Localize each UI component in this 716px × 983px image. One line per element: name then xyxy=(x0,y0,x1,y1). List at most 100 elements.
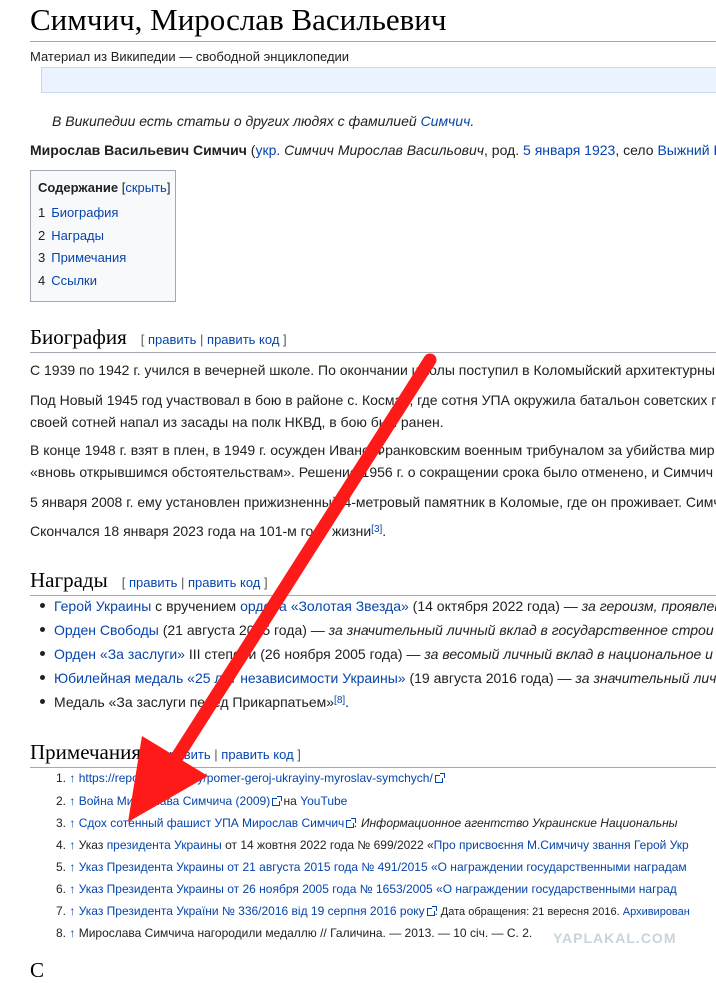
archive-link[interactable]: Архивирован xyxy=(623,906,690,918)
birth-place-link[interactable]: Выжний Б xyxy=(657,142,716,158)
ref-text: Мирослава Симчича нагородили медаллю // … xyxy=(78,926,533,940)
edit-links: [ править | править код ] xyxy=(155,747,301,762)
youtube-link[interactable]: YouTube xyxy=(300,794,347,808)
reference-item: 7. ↑ Указ Президента України № 336/2016 … xyxy=(56,904,690,918)
bio-text: Скончался 18 января 2023 года на 101-м г… xyxy=(30,523,372,539)
list-item: Медаль «За заслуги перед Прикарпатьем»[8… xyxy=(30,694,349,710)
ref-num: 3. xyxy=(56,816,67,830)
toc-item-awards[interactable]: 2 Награды xyxy=(38,228,104,243)
reference-item: 2. ↑ Война Мирослава Симчича (2009) на Y… xyxy=(56,794,347,808)
backlink-arrow[interactable]: ↑ xyxy=(69,816,75,830)
award-end: . xyxy=(345,694,350,710)
table-of-contents: Содержание [скрыть] 1 Биография 2 Награды … xyxy=(30,170,176,302)
award-text: (19 августа 2016 года) — xyxy=(405,670,576,686)
ref-link[interactable]: Война Мирослава Симчича (2009) xyxy=(79,794,271,808)
list-item: Орден Свободы (21 августа 2015 года) — з… xyxy=(30,622,714,638)
award-reason: за значительный личный вклад в государст… xyxy=(328,622,714,638)
lead-bold-name: Мирослав Васильевич Симчич xyxy=(30,142,247,158)
award-link[interactable]: Орден «За заслуги» xyxy=(54,646,185,662)
section-heading-awards: Награды [ править | править код ] xyxy=(30,568,268,593)
list-item: Юбилейная медаль «25 лет независимости У… xyxy=(30,670,716,686)
ref-text: . Информационное агентство Украинские На… xyxy=(354,816,678,830)
edit-link[interactable]: править xyxy=(148,332,196,347)
ref-link[interactable]: Про присвоєння М.Симчичу звання Герой Ук… xyxy=(434,838,689,852)
award-text: с вручением xyxy=(151,598,241,614)
lead-paragraph: Мирослав Васильевич Симчич (укр. Симчич … xyxy=(30,142,716,158)
hatnote-text: В Википедии есть статьи о других людях с… xyxy=(52,113,421,129)
award-link[interactable]: Юбилейная медаль «25 лет независимости У… xyxy=(54,670,406,686)
backlink-arrow[interactable]: ↑ xyxy=(69,882,75,896)
toc-item-links[interactable]: 4 Ссылки xyxy=(38,273,97,288)
toc-hide-link[interactable]: скрыть xyxy=(125,180,167,195)
footnote-link[interactable]: [3] xyxy=(371,524,382,535)
ref-text: Указ xyxy=(78,838,107,852)
edit-code-link[interactable]: править код xyxy=(221,747,293,762)
backlink-arrow[interactable]: ↑ xyxy=(69,794,75,808)
award-text: III степени (26 ноября 2005 года) — xyxy=(184,646,425,662)
toc-item-biography[interactable]: 1 Биография xyxy=(38,205,118,220)
reference-item: 5. ↑ Указ Президента Украины от 21 авгус… xyxy=(56,860,687,874)
ref-num: 4. xyxy=(56,838,67,852)
page-title: Симчич, Мирослав Васильевич xyxy=(30,2,447,37)
ref-text: на xyxy=(280,794,301,808)
ref-link[interactable]: https://report.if.ua/lyudy/pomer-geroj-u… xyxy=(79,771,433,785)
bio-line: 5 января 2008 г. ему установлен прижизне… xyxy=(30,494,716,510)
list-item: Орден «За заслуги» III степени (26 ноябр… xyxy=(30,646,713,662)
backlink-arrow[interactable]: ↑ xyxy=(69,771,75,785)
ref-num: 2. xyxy=(56,794,67,808)
toc-link[interactable]: Награды xyxy=(51,228,104,243)
edit-link[interactable]: править xyxy=(162,747,210,762)
bio-end: . xyxy=(382,523,387,539)
ref-num: 5. xyxy=(56,860,67,874)
bio-line: В конце 1948 г. взят в плен, в 1949 г. о… xyxy=(30,442,715,458)
ref-text: . Дата обращения: 21 вересня 2016. xyxy=(434,906,623,918)
hatnote-link[interactable]: Симчич xyxy=(421,113,471,129)
notice-banner xyxy=(41,67,716,93)
award-reason: за весомый личный вклад в национальное и xyxy=(424,646,713,662)
ref-num: 1. xyxy=(56,771,67,785)
lead-ukr-name: Симчич Мирослав Васильович xyxy=(280,142,485,158)
ref-link[interactable]: Сдох сотенный фашист УПА Мирослав Симчич xyxy=(79,816,345,830)
footnote-link[interactable]: [8] xyxy=(334,695,345,706)
toc-link[interactable]: Ссылки xyxy=(51,273,97,288)
edit-code-link[interactable]: править код xyxy=(207,332,279,347)
lead-text: , село xyxy=(615,142,658,158)
backlink-arrow[interactable]: ↑ xyxy=(69,904,75,918)
edit-links: [ править | править код ] xyxy=(121,575,268,590)
toc-num: 1 xyxy=(38,205,46,220)
ref-link[interactable]: президента Украины xyxy=(107,838,222,852)
list-item: Герой Украины с вручением ордена «Золота… xyxy=(30,598,716,614)
backlink-arrow[interactable]: ↑ xyxy=(69,926,75,940)
title-divider xyxy=(30,41,716,42)
ref-link[interactable]: Указ Президента Украины от 21 августа 20… xyxy=(79,860,687,874)
reference-item: 6. ↑ Указ Президента Украины от 26 ноябр… xyxy=(56,882,677,896)
lead-text: , род. xyxy=(484,142,524,158)
external-link-icon xyxy=(272,796,283,806)
heading-text: Биография xyxy=(30,325,127,349)
award-link[interactable]: Герой Украины xyxy=(54,598,151,614)
bio-line: С 1939 по 1942 г. учился в вечерней школ… xyxy=(30,362,715,378)
toc-link[interactable]: Примечания xyxy=(51,250,126,265)
reference-item: 3. ↑ Сдох сотенный фашист УПА Мирослав С… xyxy=(56,816,678,830)
heading-divider xyxy=(30,595,716,596)
section-heading-links: С xyxy=(30,958,45,982)
edit-link[interactable]: править xyxy=(129,575,177,590)
birth-date-link[interactable]: 5 января 1923 xyxy=(523,142,615,158)
award-link[interactable]: Орден Свободы xyxy=(54,622,159,638)
ref-link[interactable]: Указ Президента Украины от 26 ноября 200… xyxy=(79,882,677,896)
ref-link[interactable]: Указ Президента України № 336/2016 від 1… xyxy=(79,904,425,918)
ref-num: 7. xyxy=(56,904,67,918)
backlink-arrow[interactable]: ↑ xyxy=(69,860,75,874)
toc-item-notes[interactable]: 3 Примечания xyxy=(38,250,126,265)
backlink-arrow[interactable]: ↑ xyxy=(69,838,75,852)
lang-link[interactable]: укр. xyxy=(255,142,280,158)
award-link[interactable]: ордена «Золотая Звезда» xyxy=(240,598,409,614)
bio-line: Под Новый 1945 год участвовал в бою в ра… xyxy=(30,392,716,408)
edit-code-link[interactable]: править код xyxy=(188,575,260,590)
ref-num: 8. xyxy=(56,926,67,940)
bio-line: своей сотней напал из засады на полк НКВ… xyxy=(30,414,444,430)
heading-divider xyxy=(30,352,716,353)
toc-link[interactable]: Биография xyxy=(51,205,118,220)
bio-line-last: Скончался 18 января 2023 года на 101-м г… xyxy=(30,520,386,542)
award-text: (21 августа 2015 года) — xyxy=(158,622,329,638)
